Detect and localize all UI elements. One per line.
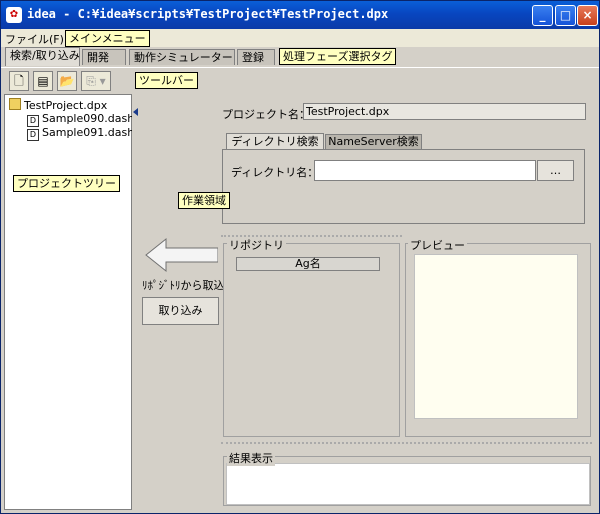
project-name-field: TestProject.dpx — [303, 103, 586, 120]
splitter[interactable] — [132, 94, 140, 510]
copy-icon[interactable]: ⎘ ▾ — [81, 71, 111, 91]
result-area — [226, 463, 590, 505]
tab-register[interactable]: 登録 — [237, 49, 275, 65]
search-panel: ディレクトリ名： … — [222, 149, 585, 224]
annotation-project-tree: プロジェクトツリー — [13, 175, 120, 192]
tree-root[interactable]: TestProject.dpx — [9, 98, 107, 112]
tab-development[interactable]: 開発 — [82, 49, 126, 65]
ag-name-column-header[interactable]: Ag名 — [236, 257, 380, 271]
import-from-repository-label: ﾘﾎﾟｼﾞﾄﾘから取込 — [142, 279, 225, 292]
browse-button[interactable]: … — [537, 160, 574, 181]
divider — [221, 442, 592, 446]
annotation-main-menu: メインメニュー — [65, 30, 150, 47]
preview-panel — [405, 243, 591, 437]
close-button[interactable]: × — [577, 5, 598, 26]
new-file-icon[interactable]: 🗋 — [9, 71, 29, 91]
tree-root-label: TestProject.dpx — [24, 99, 108, 112]
directory-label: ディレクトリ名： — [231, 166, 319, 179]
menu-file[interactable]: ファイル(F) — [5, 31, 64, 47]
project-name-label: プロジェクト名： — [222, 108, 310, 121]
preview-canvas — [414, 254, 578, 419]
tab-search-import[interactable]: 検索/取り込み — [5, 47, 80, 66]
app-icon: ✿ — [6, 7, 22, 23]
collapse-arrow-icon[interactable] — [133, 108, 138, 116]
maximize-button[interactable]: □ — [555, 5, 576, 26]
result-title: 結果表示 — [227, 450, 275, 466]
result-panel — [223, 456, 591, 506]
repository-panel: Ag名 — [223, 243, 400, 437]
import-arrow-icon — [144, 235, 219, 275]
minimize-button[interactable]: _ — [532, 5, 553, 26]
tree-item[interactable]: D Sample090.dash — [27, 112, 134, 127]
toolbar: 🗋 ▤ 📂 ⎘ ▾ ツールバー — [1, 67, 599, 94]
tab-nameserver-search[interactable]: NameServer検索 — [325, 134, 422, 149]
folder-icon — [9, 98, 21, 110]
annotation-phase-tags: 処理フェーズ選択タグ — [279, 48, 397, 65]
project-tree[interactable]: TestProject.dpx D Sample090.dash D Sample0… — [4, 94, 134, 510]
tree-item[interactable]: D Sample091.dash — [27, 126, 134, 141]
annotation-toolbar: ツールバー — [135, 72, 198, 89]
tree-item-label: Sample090.dash — [42, 112, 135, 125]
phase-tab-bar: 検索/取り込み 開発 動作シミュレーター 登録 処理フェーズ選択タグ — [1, 47, 599, 67]
menu-bar: ファイル(F) メインメニュー — [1, 29, 599, 47]
directory-input[interactable] — [314, 160, 536, 181]
open-folder-icon[interactable]: 📂 — [57, 71, 77, 91]
import-button[interactable]: 取り込み — [142, 297, 219, 325]
tab-directory-search[interactable]: ディレクトリ検索 — [226, 133, 324, 149]
document-icon: D — [27, 129, 39, 141]
repository-title: リポジトリ — [227, 237, 286, 253]
tab-simulator[interactable]: 動作シミュレーター — [129, 49, 235, 65]
annotation-work-area: 作業領域 — [178, 192, 230, 209]
open-project-icon[interactable]: ▤ — [33, 71, 53, 91]
work-area: プロジェクト名： TestProject.dpx ディレクトリ検索 NameSe… — [140, 94, 598, 510]
preview-title: プレビュー — [408, 237, 467, 253]
tree-item-label: Sample091.dash — [42, 126, 135, 139]
window-title: idea - C:¥idea¥scripts¥TestProject¥TestP… — [27, 7, 389, 21]
title-bar[interactable]: ✿ idea - C:¥idea¥scripts¥TestProject¥Tes… — [1, 1, 599, 29]
application-window: ✿ idea - C:¥idea¥scripts¥TestProject¥Tes… — [0, 0, 600, 514]
